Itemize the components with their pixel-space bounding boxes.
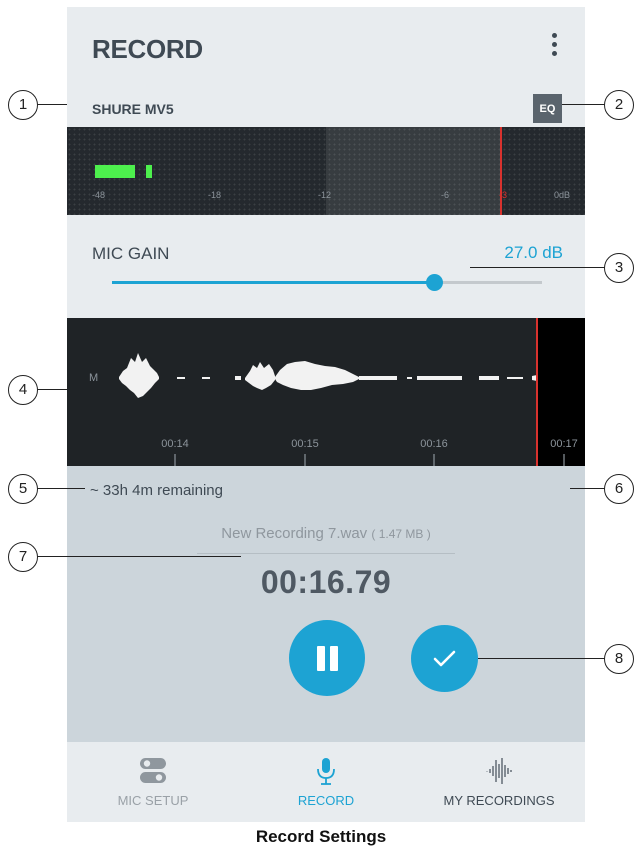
- meter-headroom-zone: [326, 127, 501, 215]
- callout-leader: [478, 658, 606, 660]
- sound-wave-icon: [486, 758, 512, 784]
- mic-gain-slider-fill: [112, 281, 435, 284]
- toggle-switches-icon: [140, 758, 166, 783]
- waveform-audio: [119, 353, 537, 398]
- mic-gain-label: MIC GAIN: [92, 244, 170, 263]
- meter-level-bar: [95, 165, 135, 178]
- recording-panel: [67, 466, 585, 742]
- waveform-channel-label: M: [89, 372, 98, 384]
- nav-tab-my-recordings[interactable]: MY RECORDINGS: [413, 742, 585, 822]
- waveform-time-label: 00:14: [161, 438, 189, 450]
- mic-gain-value: 27.0 dB: [504, 243, 563, 262]
- finish-recording-button[interactable]: [411, 625, 478, 692]
- meter-tick: -12: [318, 190, 332, 200]
- waveform-display[interactable]: M 00:14 00:15 00:16 00:17: [67, 318, 585, 466]
- meter-level-bar: [146, 165, 152, 178]
- nav-label: MIC SETUP: [117, 793, 189, 808]
- waveform-playhead: [536, 318, 538, 466]
- waveform-time-ticks: [174, 454, 565, 466]
- meter-tick: -48: [92, 190, 106, 200]
- microphone-icon: [317, 758, 335, 785]
- waveform-time-label: 00:16: [420, 438, 448, 450]
- meter-peak-marker: [500, 127, 502, 215]
- callout-leader: [36, 104, 67, 106]
- eq-button[interactable]: EQ: [533, 94, 562, 123]
- nav-label: RECORD: [297, 793, 355, 808]
- kebab-menu-icon[interactable]: [547, 33, 561, 63]
- callout-leader: [36, 488, 85, 490]
- nav-tab-mic-setup[interactable]: MIC SETUP: [67, 742, 239, 822]
- bottom-nav: MIC SETUP RECORD MY RECORDINGS: [67, 742, 585, 822]
- page-title: RECORD: [92, 34, 203, 64]
- pause-button[interactable]: [289, 620, 365, 696]
- callout-leader: [36, 389, 67, 391]
- callout-leader: [570, 488, 606, 490]
- level-meter: -48 -18 -12 -6 -3 0dB: [67, 127, 585, 215]
- callout-1: 1: [8, 90, 38, 120]
- callout-leader: [470, 267, 606, 269]
- waveform-time-label: 00:15: [291, 438, 319, 450]
- waveform-graph: M 00:14 00:15 00:16 00:17: [89, 318, 585, 466]
- nav-tab-record[interactable]: RECORD: [240, 742, 412, 822]
- callout-leader: [562, 104, 606, 106]
- meter-tick: -3: [499, 190, 508, 200]
- file-name-text: New Recording 7.wav: [221, 525, 368, 542]
- callout-6: 6: [604, 474, 634, 504]
- device-name: SHURE MV5: [92, 101, 174, 117]
- app-header: RECORD: [67, 7, 585, 83]
- callout-7: 7: [8, 542, 38, 572]
- waveform-time-label: 00:17: [550, 438, 578, 450]
- meter-tick: -18: [208, 190, 222, 200]
- callout-4: 4: [8, 375, 38, 405]
- meter-tick: -6: [441, 190, 450, 200]
- file-size-text: ( 1.47 MB ): [371, 527, 431, 541]
- mic-gain-slider-thumb[interactable]: [426, 274, 443, 291]
- checkmark-icon: [433, 650, 456, 667]
- callout-8: 8: [604, 644, 634, 674]
- callout-3: 3: [604, 253, 634, 283]
- callout-5: 5: [8, 474, 38, 504]
- record-screen: RECORD SHURE MV5 EQ -48 -18 -12 -6 -3 0d…: [67, 7, 585, 822]
- nav-label: MY RECORDINGS: [443, 793, 555, 808]
- figure-caption: Record Settings: [255, 827, 387, 846]
- recording-file-name[interactable]: New Recording 7.wav ( 1.47 MB ): [67, 525, 585, 542]
- storage-remaining: ~ 33h 4m remaining: [90, 482, 223, 499]
- meter-tick: 0dB: [554, 190, 571, 200]
- file-name-underline: [197, 553, 455, 554]
- recording-timer: 00:16.79: [260, 564, 392, 600]
- callout-leader: [36, 556, 241, 558]
- callout-2: 2: [604, 90, 634, 120]
